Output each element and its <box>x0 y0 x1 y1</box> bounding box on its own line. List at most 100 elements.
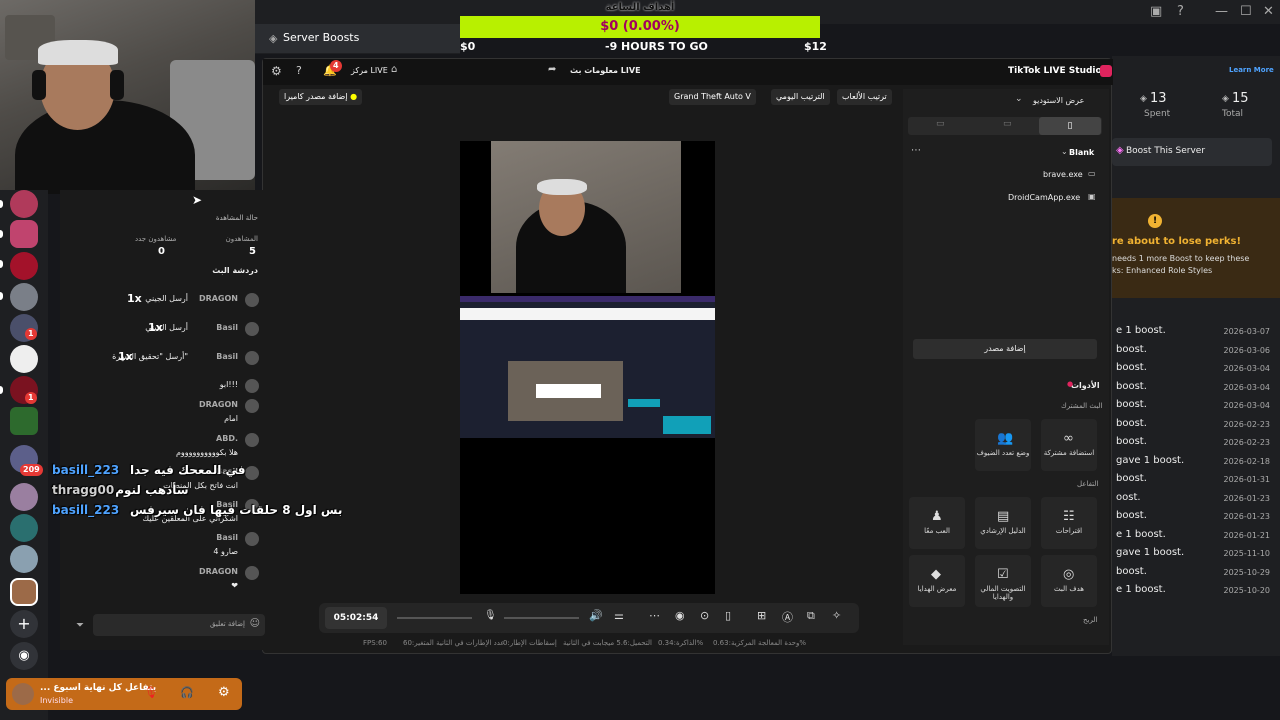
mute-mic-icon[interactable]: 🎙 <box>144 686 158 699</box>
unread-pill <box>0 230 3 238</box>
daily-rank-chip[interactable]: الترتيب اليومي <box>771 89 830 105</box>
tool-play-together[interactable]: ♟ العب معًا <box>909 497 965 549</box>
add-widget-icon[interactable]: ⊞ <box>757 609 766 622</box>
avatar[interactable] <box>245 351 259 365</box>
mic-volume-slider[interactable] <box>397 617 472 619</box>
target-icon: ◎ <box>1063 567 1075 582</box>
settings-icon[interactable]: ⚙ <box>218 685 230 700</box>
avatar[interactable] <box>245 532 259 546</box>
viewers-value: 5 <box>249 246 256 257</box>
server-icon[interactable] <box>10 483 38 511</box>
tool-gift-gallery[interactable]: ◆ معرض الهدايا <box>909 555 965 607</box>
tool-vote[interactable]: ☑ التصويت المالي والهدايا <box>975 555 1031 607</box>
tool-live-goal[interactable]: ◎ هدف البث <box>1041 555 1097 607</box>
tool-suggestions[interactable]: ☷ اقتراحات <box>1041 497 1097 549</box>
chat-username[interactable]: DRAGON <box>199 294 238 303</box>
chat-icon: ☷ <box>1063 509 1075 524</box>
live-info-button[interactable]: معلومات بث LIVE <box>570 66 641 75</box>
screenshot-icon[interactable]: ⧉ <box>807 609 815 623</box>
studio-toolbar: ⚙ ? 🔔 4 مركز LIVE ⌂ ➦ معلومات بث LIVE Ti… <box>263 59 1113 85</box>
close-icon[interactable]: ✕ <box>1263 4 1274 19</box>
tool-guide[interactable]: ▤ الدليل الإرشادي <box>975 497 1031 549</box>
avatar[interactable] <box>245 566 259 580</box>
help-icon[interactable]: ? <box>1177 4 1184 19</box>
server-icon[interactable] <box>10 578 38 606</box>
settings-icon[interactable]: ⚙ <box>271 64 282 78</box>
server-icon[interactable] <box>10 252 38 280</box>
help-icon[interactable]: ? <box>296 64 302 77</box>
share-icon[interactable]: ➦ <box>548 64 556 75</box>
game-chip[interactable]: Grand Theft Auto V <box>669 89 756 105</box>
boost-history-date: 2026-03-07 <box>1223 327 1271 336</box>
game-chip-label: Grand Theft Auto V <box>674 92 751 101</box>
phone-icon[interactable]: ▯ <box>725 609 731 622</box>
chat-username[interactable]: DRAGON <box>199 400 238 409</box>
boost-history-date: 2026-01-21 <box>1223 530 1271 540</box>
mic-icon[interactable]: 🎙 <box>484 610 497 621</box>
avatar[interactable] <box>245 433 259 447</box>
server-icon[interactable] <box>10 514 38 542</box>
ai-icon[interactable]: Ⓐ <box>782 609 793 625</box>
goal-end: $12 <box>804 40 827 53</box>
avatar[interactable] <box>245 322 259 336</box>
live-center-button[interactable]: مركز LIVE <box>351 66 388 75</box>
headphones-icon[interactable]: 🎧 <box>180 686 194 699</box>
server-icon[interactable] <box>10 220 38 248</box>
more-icon[interactable]: ⋯ <box>911 145 921 156</box>
chevron-down-icon[interactable]: ⌄ <box>1015 94 1023 104</box>
discover-icon[interactable]: ◉ <box>10 642 38 670</box>
minimize-icon[interactable]: — <box>1215 4 1228 19</box>
overlay-message: في المعحك فيه جدا <box>130 463 246 477</box>
inbox-icon[interactable]: ▣ <box>1150 4 1162 19</box>
speaker-icon[interactable]: 🔊 <box>589 609 603 622</box>
filter-icon[interactable]: ⏷ <box>76 620 84 631</box>
mixer-icon[interactable]: ⚌ <box>614 609 624 622</box>
chat-username[interactable]: Basil <box>216 323 238 332</box>
game-rank-label: ترتيب الألعاب <box>842 92 887 101</box>
server-icon[interactable] <box>10 283 38 311</box>
server-icon[interactable] <box>10 545 38 573</box>
tool-co-host[interactable]: ∞ استضافة مشتركة <box>1041 419 1097 471</box>
server-icon[interactable] <box>10 190 38 218</box>
magic-icon[interactable]: ✧ <box>832 609 841 622</box>
add-server-icon[interactable]: + <box>10 610 38 638</box>
source-item[interactable]: DroidCamApp.exe <box>1008 193 1080 202</box>
add-source-button[interactable]: إضافة مصدر <box>913 339 1097 359</box>
record-icon[interactable]: ⊙ <box>700 609 709 622</box>
emoji-icon[interactable]: ☺ <box>250 618 260 629</box>
comment-input[interactable]: إضافة تعليق ☺ <box>93 614 265 636</box>
speaker-volume-slider[interactable] <box>504 617 579 619</box>
layout-landscape-icon[interactable]: ▭ <box>936 119 945 129</box>
avatar[interactable] <box>12 683 34 705</box>
tool-label: وضع تعدد الضيوف <box>976 449 1030 457</box>
more-icon[interactable]: ⋯ <box>649 609 660 622</box>
server-icon[interactable] <box>10 345 38 373</box>
overlay-message: سأذهب لنوم <box>115 483 189 497</box>
avatar[interactable] <box>245 399 259 413</box>
game-rank-chip[interactable]: ترتيب الألعاب <box>837 89 892 105</box>
scene-name[interactable]: Blank <box>1069 148 1094 157</box>
boost-server-button[interactable]: ◈ Boost This Server <box>1112 138 1272 166</box>
source-item[interactable]: brave.exe <box>1043 170 1083 179</box>
avatar[interactable] <box>245 466 259 480</box>
effects-icon[interactable]: ◉ <box>675 609 685 622</box>
chat-username[interactable]: DRAGON <box>199 567 238 576</box>
section-shared: البث المشترك <box>1061 402 1103 410</box>
total-value: 15 <box>1232 91 1249 106</box>
tool-label: استضافة مشتركة <box>1043 449 1095 457</box>
learn-more-link[interactable]: Learn More <box>1229 66 1274 74</box>
server-icon[interactable] <box>10 407 38 435</box>
chat-username[interactable]: Basil <box>216 352 238 361</box>
tool-label: معرض الهدايا <box>917 585 957 593</box>
avatar[interactable] <box>245 379 259 393</box>
avatar[interactable] <box>245 293 259 307</box>
boost-history-date: 2026-03-04 <box>1223 382 1271 392</box>
layout-square-icon[interactable]: ▭ <box>1003 119 1012 129</box>
layout-portrait-icon[interactable]: ▯ <box>1039 117 1101 135</box>
maximize-icon[interactable]: ☐ <box>1240 4 1252 19</box>
chat-username[interactable]: ABD. <box>216 434 238 443</box>
add-camera-button[interactable]: إضافة مصدر كاميرا ● <box>279 89 363 105</box>
tool-multi-guest[interactable]: 👥 وضع تعدد الضيوف <box>975 419 1031 471</box>
boost-history-text: boost. <box>1116 343 1147 355</box>
chat-username[interactable]: Basil <box>216 533 238 542</box>
